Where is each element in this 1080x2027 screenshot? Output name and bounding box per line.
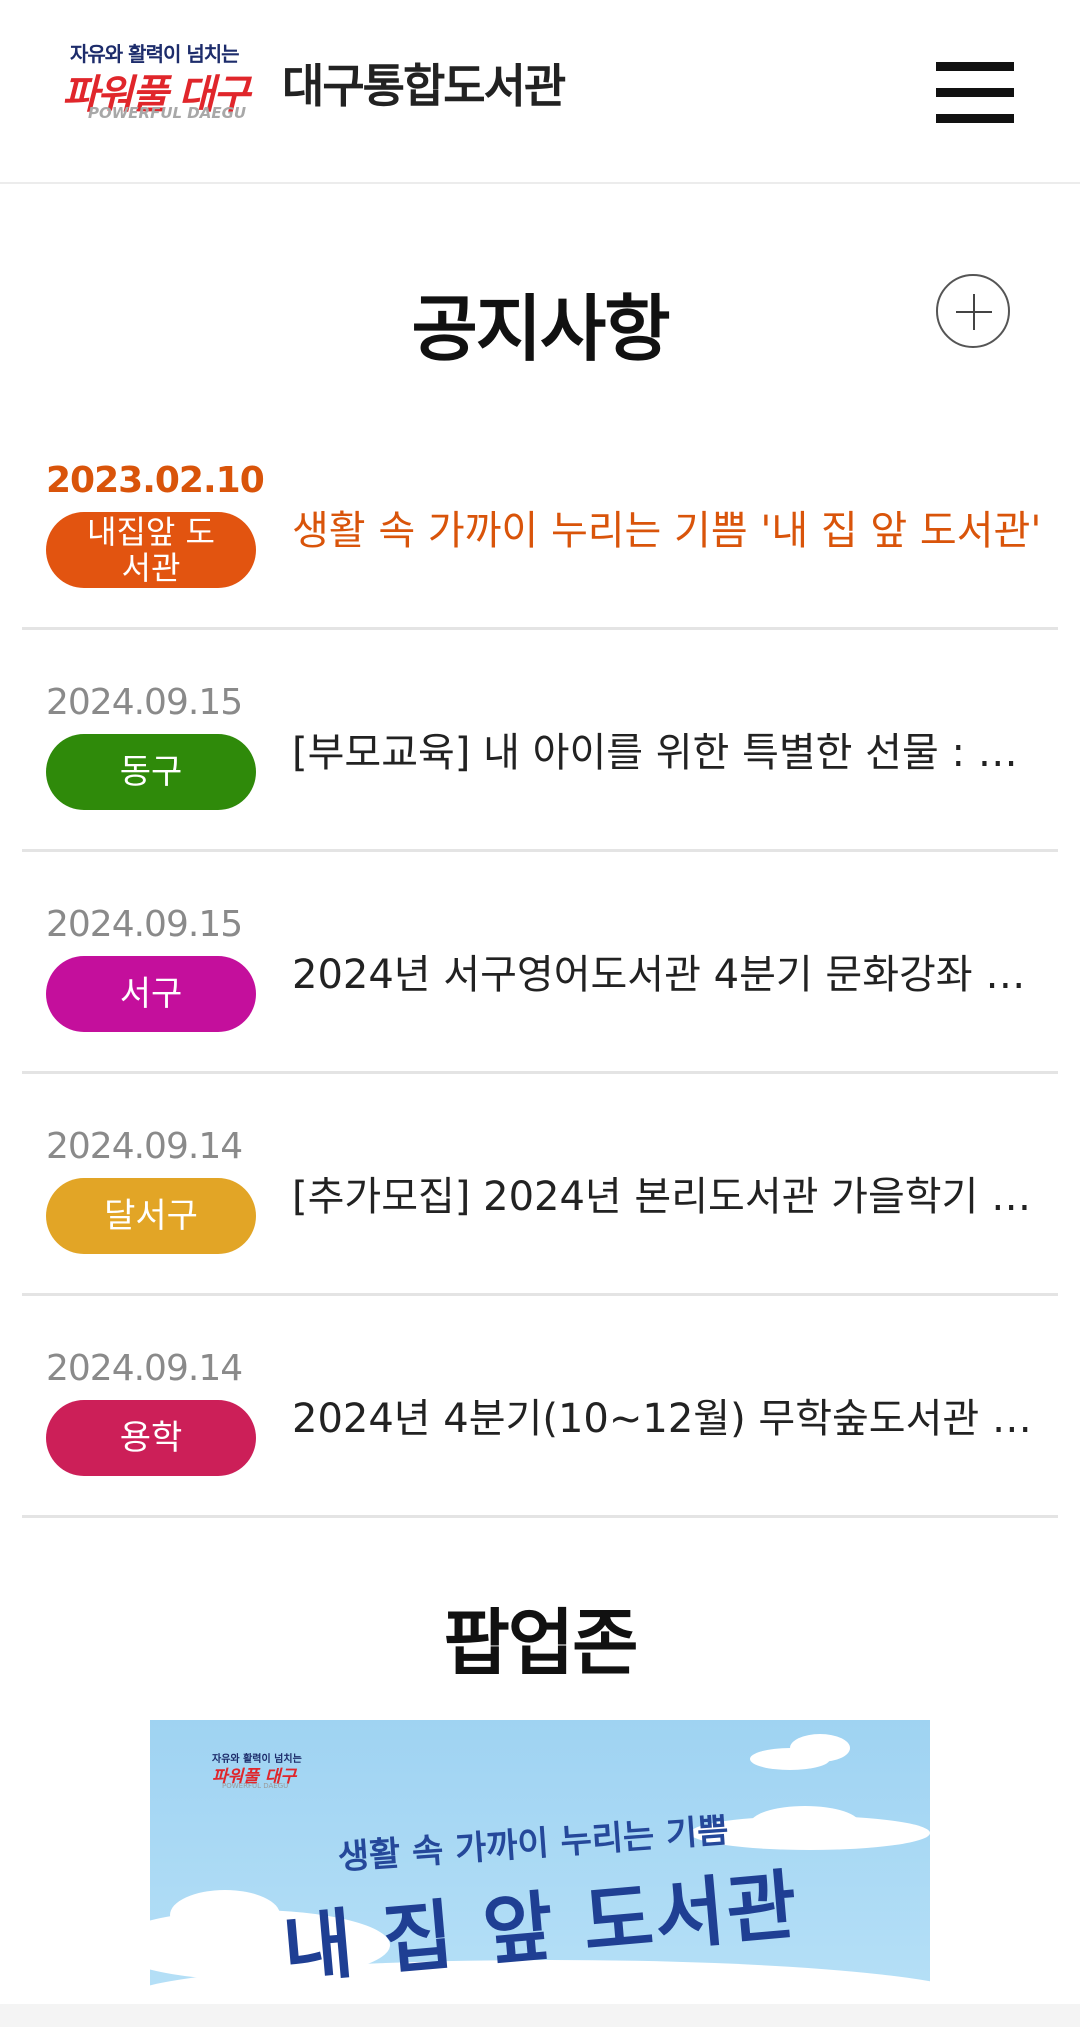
site-title[interactable]: 대구통합도서관 bbox=[282, 50, 566, 116]
menu-bar bbox=[936, 62, 1014, 71]
library-badge: 동구 bbox=[46, 734, 256, 810]
notice-title-link[interactable]: [부모교육] 내 아이를 위한 특별한 선물 : 그림책 놀이 bbox=[292, 720, 1048, 778]
library-badge: 내집앞 도서관 bbox=[46, 512, 256, 588]
library-badge: 달서구 bbox=[46, 1178, 256, 1254]
library-badge: 서구 bbox=[46, 956, 256, 1032]
notice-title-link[interactable]: 생활 속 가까이 누리는 기쁨 '내 집 앞 도서관' bbox=[292, 498, 1048, 556]
cloud-shape bbox=[170, 1890, 280, 1940]
popup-banner[interactable]: 자유와 활력이 넘치는 파워풀 대구 POWERFUL DAEGU 생활 속 가… bbox=[150, 1720, 930, 2002]
bottom-edge bbox=[0, 2004, 1080, 2027]
notice-list-item[interactable]: 2024.09.14 용학 2024년 4분기(10~12월) 무학숲도서관 프로그… bbox=[22, 1296, 1058, 1518]
notice-list-item[interactable]: 2024.09.14 달서구 [추가모집] 2024년 본리도서관 가을학기 프로그… bbox=[22, 1074, 1058, 1296]
notice-list-item[interactable]: 2023.02.10 내집앞 도서관 생활 속 가까이 누리는 기쁨 '내 집 앞 … bbox=[22, 408, 1058, 630]
popup-zone-title: 팝업존 bbox=[443, 1601, 639, 1685]
notice-date: 2023.02.10 bbox=[46, 460, 265, 501]
hamburger-menu-icon[interactable] bbox=[936, 62, 1014, 124]
notice-list-item[interactable]: 2024.09.15 서구 2024년 서구영어도서관 4분기 문화강좌 안내 bbox=[22, 852, 1058, 1074]
notice-list-item[interactable]: 2024.09.15 동구 [부모교육] 내 아이를 위한 특별한 선물 : 그림책… bbox=[22, 630, 1058, 852]
library-badge: 용학 bbox=[46, 1400, 256, 1476]
notice-date: 2024.09.14 bbox=[46, 1126, 243, 1167]
powerful-daegu-logo[interactable]: 자유와 활력이 넘치는 파워풀 대구 POWERFUL DAEGU bbox=[62, 36, 262, 126]
cloud-shape bbox=[750, 1806, 860, 1842]
notice-date: 2024.09.14 bbox=[46, 1348, 243, 1389]
menu-bar bbox=[936, 114, 1014, 123]
menu-bar bbox=[936, 88, 1014, 97]
site-header: 자유와 활력이 넘치는 파워풀 대구 POWERFUL DAEGU 대구통합도서… bbox=[0, 0, 1080, 184]
notice-date: 2024.09.15 bbox=[46, 904, 243, 945]
notice-list: 2023.02.10 내집앞 도서관 생활 속 가까이 누리는 기쁨 '내 집 앞 … bbox=[22, 408, 1058, 1518]
notice-date: 2024.09.15 bbox=[46, 682, 243, 723]
notice-title-link[interactable]: 2024년 4분기(10~12월) 무학숲도서관 프로그램 안내 bbox=[292, 1386, 1048, 1444]
notice-title-link[interactable]: 2024년 서구영어도서관 4분기 문화강좌 안내 bbox=[292, 942, 1048, 1000]
banner-logo-subtext: POWERFUL DAEGU bbox=[222, 1782, 289, 1790]
logo-subtext: POWERFUL DAEGU bbox=[88, 104, 247, 122]
plus-circle-icon[interactable] bbox=[936, 274, 1010, 348]
notice-section-title: 공지사항 bbox=[411, 287, 671, 371]
cloud-shape bbox=[790, 1734, 850, 1762]
notice-title-link[interactable]: [추가모집] 2024년 본리도서관 가을학기 프로그램 bbox=[292, 1164, 1048, 1222]
